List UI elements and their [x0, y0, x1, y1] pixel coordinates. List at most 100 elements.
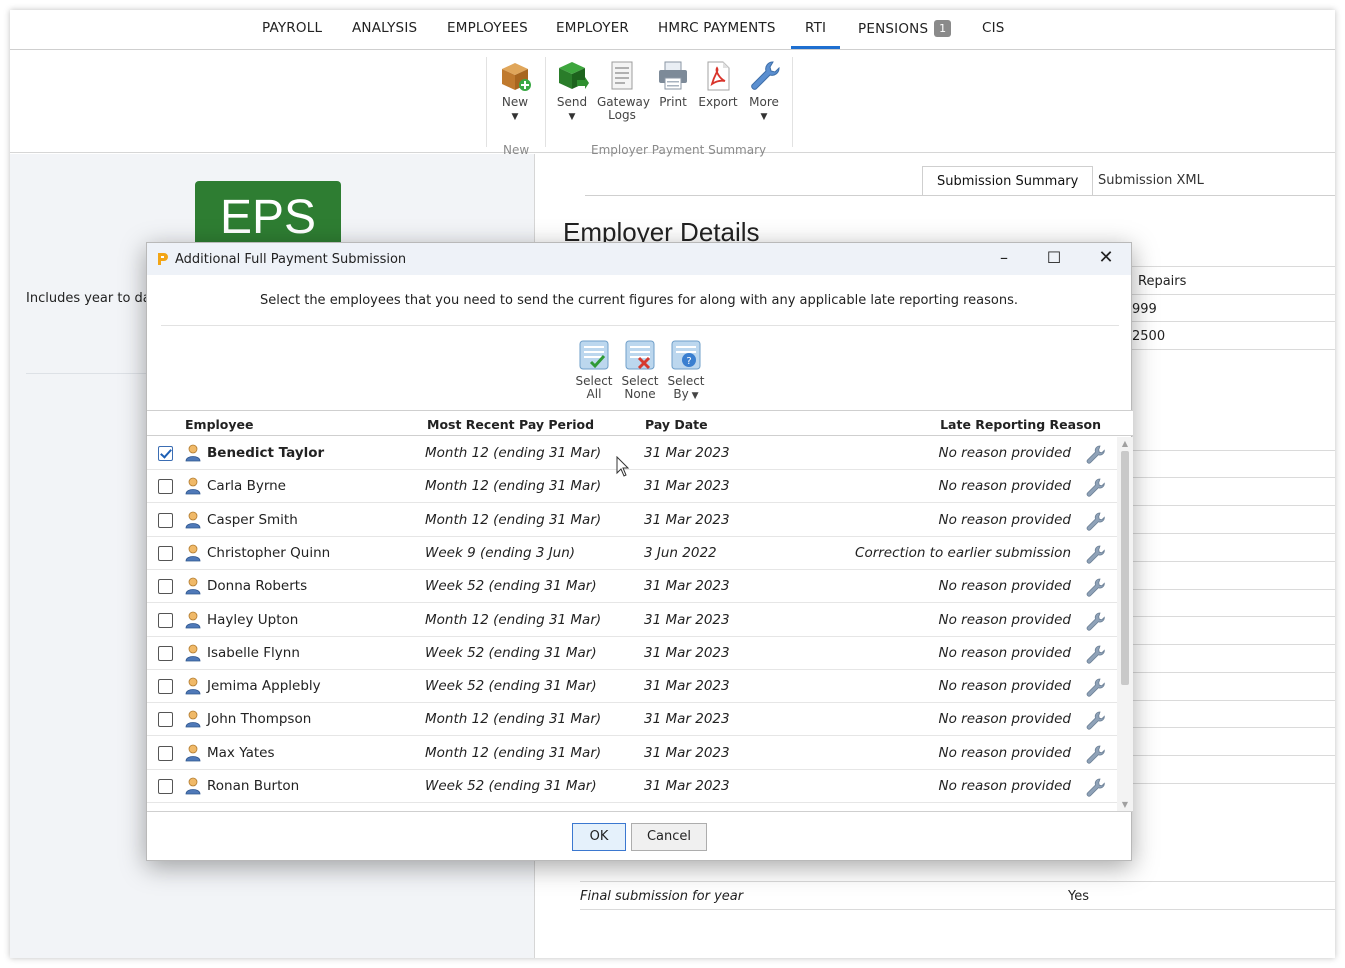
- table-row[interactable]: Carla Byrne Month 12 (ending 31 Mar) 31 Ma…: [147, 470, 1117, 504]
- employee-checkbox[interactable]: [158, 512, 173, 528]
- close-button[interactable]: ✕: [1083, 243, 1129, 275]
- column-pay-period[interactable]: Most Recent Pay Period: [427, 417, 594, 432]
- edit-reason-wrench-icon[interactable]: [1085, 644, 1105, 664]
- select-none-button[interactable]: Select None: [617, 338, 663, 401]
- grid-scrollbar[interactable]: ▲ ▼: [1117, 437, 1133, 811]
- late-reason: No reason provided: [938, 478, 1071, 495]
- minimize-button[interactable]: –: [981, 243, 1027, 275]
- person-icon: [185, 777, 201, 795]
- edit-reason-wrench-icon[interactable]: [1085, 777, 1105, 797]
- send-button[interactable]: Send ▼: [547, 59, 597, 124]
- table-row[interactable]: Donna Roberts Week 52 (ending 31 Mar) 31 M…: [147, 570, 1117, 604]
- employee-checkbox[interactable]: [158, 712, 173, 728]
- table-row[interactable]: Casper Smith Month 12 (ending 31 Mar) 31 M…: [147, 504, 1117, 537]
- edit-reason-wrench-icon[interactable]: [1085, 677, 1105, 697]
- tab-pensions[interactable]: PENSIONS 1: [858, 20, 952, 37]
- new-button[interactable]: New ▼: [490, 59, 540, 124]
- dialog-title: Additional Full Payment Submission: [175, 252, 407, 267]
- scrollbar-thumb[interactable]: [1121, 451, 1129, 685]
- ok-button[interactable]: OK: [572, 823, 626, 851]
- table-row[interactable]: Christopher Quinn Week 9 (ending 3 Jun) 3 …: [147, 537, 1117, 570]
- app-logo-icon: [158, 253, 168, 265]
- dialog-instruction: Select the employees that you need to se…: [259, 293, 1018, 308]
- tab-cis[interactable]: CIS: [982, 20, 1005, 36]
- row-divider: [580, 881, 1335, 882]
- table-row[interactable]: Isabelle Flynn Week 52 (ending 31 Mar) 31 …: [147, 637, 1117, 670]
- more-button[interactable]: More ▼: [739, 59, 789, 124]
- edit-reason-wrench-icon[interactable]: [1085, 611, 1105, 631]
- export-button[interactable]: Export: [693, 59, 743, 109]
- table-row[interactable]: Max Yates Month 12 (ending 31 Mar) 31 Mar …: [147, 737, 1117, 770]
- employee-checkbox[interactable]: [158, 779, 173, 794]
- table-row[interactable]: Ronan Burton Week 52 (ending 31 Mar) 31 Ma…: [147, 770, 1117, 803]
- export-button-label: Export: [698, 95, 738, 109]
- edit-reason-wrench-icon[interactable]: [1085, 544, 1105, 564]
- edit-reason-wrench-icon[interactable]: [1085, 511, 1105, 531]
- gateway-logs-button[interactable]: Gateway Logs: [597, 59, 651, 122]
- scroll-up-icon[interactable]: ▲: [1117, 439, 1133, 448]
- edit-reason-wrench-icon[interactable]: [1085, 710, 1105, 730]
- tab-analysis[interactable]: ANALYSIS: [352, 20, 417, 36]
- edit-reason-wrench-icon[interactable]: [1085, 477, 1105, 497]
- pay-period: Month 12 (ending 31 Mar): [425, 445, 602, 461]
- column-late-reason[interactable]: Late Reporting Reason: [940, 417, 1101, 432]
- select-none-label: Select None: [621, 374, 659, 401]
- cancel-button[interactable]: Cancel: [631, 823, 707, 851]
- employee-checkbox[interactable]: [158, 579, 173, 595]
- tab-rti[interactable]: RTI: [790, 20, 841, 49]
- tab-submission-summary[interactable]: Submission Summary: [922, 166, 1094, 196]
- pay-date: 31 Mar 2023: [644, 445, 730, 461]
- eps-logo: EPS: [195, 181, 341, 251]
- printer-icon: [659, 61, 687, 90]
- employee-name: Donna Roberts: [207, 578, 308, 595]
- table-row[interactable]: Jemima Applebly Week 52 (ending 31 Mar) 31…: [147, 670, 1117, 704]
- employee-checkbox[interactable]: [158, 446, 173, 461]
- final-submission-label: Final submission for year: [580, 889, 744, 904]
- tab-payroll[interactable]: PAYROLL: [262, 20, 322, 36]
- person-icon: [185, 477, 201, 495]
- tab-employer[interactable]: EMPLOYER: [556, 20, 629, 36]
- employee-checkbox[interactable]: [158, 545, 173, 561]
- column-pay-date[interactable]: Pay Date: [645, 417, 708, 432]
- employee-checkbox[interactable]: [158, 612, 173, 628]
- table-row[interactable]: Hayley Upton Month 12 (ending 31 Mar) 31 M…: [147, 604, 1117, 637]
- send-icon: [559, 62, 589, 89]
- edit-reason-wrench-icon[interactable]: [1085, 444, 1105, 464]
- person-icon: [185, 577, 201, 595]
- pay-date: 31 Mar 2023: [644, 644, 730, 661]
- employee-checkbox[interactable]: [158, 479, 173, 495]
- tab-employees[interactable]: EMPLOYEES: [447, 20, 528, 36]
- employee-checkbox[interactable]: [158, 645, 173, 661]
- print-button[interactable]: Print: [648, 59, 698, 109]
- pay-period: Week 52 (ending 31 Mar): [425, 678, 597, 695]
- tab-hmrc-payments[interactable]: HMRC PAYMENTS: [658, 20, 776, 36]
- maximize-button[interactable]: ☐: [1031, 243, 1077, 275]
- select-all-label: Select All: [575, 374, 613, 401]
- column-employee[interactable]: Employee: [185, 417, 254, 432]
- gateway-logs-label: Gateway Logs: [597, 95, 651, 122]
- employee-name: Carla Byrne: [207, 478, 286, 495]
- table-row[interactable]: John Thompson Month 12 (ending 31 Mar) 31 …: [147, 703, 1117, 737]
- employee-name: Christopher Quinn: [207, 544, 331, 561]
- late-reason: No reason provided: [938, 445, 1071, 461]
- pay-date: 31 Mar 2023: [644, 778, 730, 794]
- select-by-button[interactable]: ? Select By ▼: [663, 338, 709, 403]
- pay-period: Week 52 (ending 31 Mar): [425, 578, 597, 595]
- scroll-down-icon[interactable]: ▼: [1117, 800, 1133, 809]
- late-reason: No reason provided: [938, 578, 1071, 595]
- employer-detail-value: Repairs: [1138, 274, 1187, 289]
- grid-header: Employee Most Recent Pay Period Pay Date…: [147, 410, 1133, 436]
- edit-reason-wrench-icon[interactable]: [1085, 744, 1105, 764]
- pay-date: 3 Jun 2022: [644, 544, 717, 561]
- person-icon: [185, 710, 201, 728]
- table-row[interactable]: Benedict Taylor Month 12 (ending 31 Mar) 3…: [147, 437, 1117, 470]
- employee-checkbox[interactable]: [158, 745, 173, 761]
- select-all-button[interactable]: Select All: [571, 338, 617, 401]
- dialog-titlebar[interactable]: Additional Full Payment Submission – ☐ ✕: [147, 243, 1131, 275]
- tab-submission-xml[interactable]: Submission XML: [1084, 166, 1218, 196]
- late-reason: Correction to earlier submission: [855, 544, 1071, 561]
- late-reason: No reason provided: [938, 778, 1071, 794]
- employee-checkbox[interactable]: [158, 679, 173, 695]
- edit-reason-wrench-icon[interactable]: [1085, 577, 1105, 597]
- tab-pensions-label: PENSIONS: [858, 21, 929, 37]
